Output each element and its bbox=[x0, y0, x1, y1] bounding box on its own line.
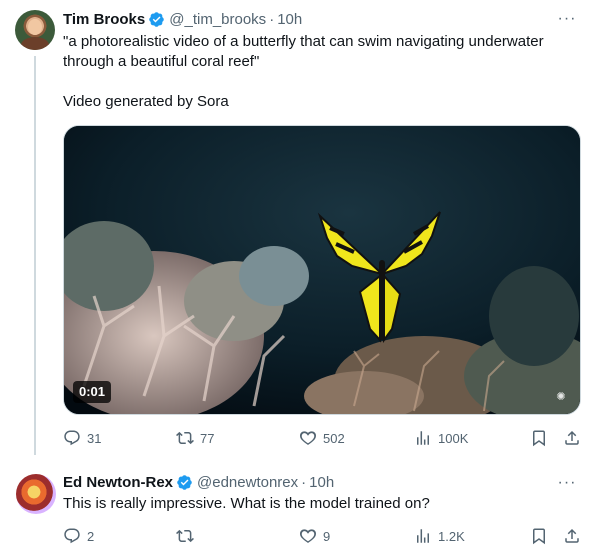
avatar-face bbox=[28, 19, 42, 35]
separator-dot: · bbox=[269, 10, 275, 28]
watermark-icon: ✺ bbox=[556, 391, 566, 403]
author-handle[interactable]: @ednewtonrex bbox=[197, 474, 298, 491]
thread-line bbox=[34, 56, 36, 455]
retweet-button[interactable]: 77 bbox=[176, 427, 214, 449]
avatar[interactable] bbox=[15, 10, 55, 50]
verified-badge-icon bbox=[149, 11, 165, 27]
heart-icon bbox=[299, 529, 317, 543]
share-button[interactable] bbox=[563, 427, 581, 449]
bookmark-button[interactable] bbox=[530, 427, 548, 449]
bookmark-icon bbox=[533, 528, 545, 545]
retweet-count: 77 bbox=[200, 430, 215, 446]
views-button[interactable]: 1.2K bbox=[414, 525, 465, 547]
avatar-shirt bbox=[21, 37, 49, 50]
tweet-header: Tim Brooks @_tim_brooks · 10h bbox=[63, 9, 302, 29]
tweet-text: "a photorealistic video of a butterfly t… bbox=[63, 33, 544, 70]
reply-icon bbox=[64, 528, 80, 544]
tweet-tim-brooks[interactable]: Tim Brooks @_tim_brooks · 10h ··· "a pho… bbox=[0, 0, 595, 455]
author-handle[interactable]: @_tim_brooks bbox=[169, 11, 266, 28]
tweet-text-credit: Video generated by Sora bbox=[63, 93, 229, 110]
like-button[interactable]: 502 bbox=[299, 427, 345, 449]
video-timestamp: 0:01 bbox=[73, 381, 112, 403]
tweet-header: Ed Newton-Rex @ednewtonrex · 10h bbox=[63, 472, 334, 492]
retweet-button[interactable] bbox=[176, 525, 200, 547]
retweet-icon bbox=[176, 431, 194, 445]
views-button[interactable]: 100K bbox=[414, 427, 468, 449]
views-count: 100K bbox=[438, 430, 469, 446]
tweet-text: This is really impressive. What is the m… bbox=[63, 495, 430, 512]
author-name[interactable]: Ed Newton-Rex bbox=[63, 474, 173, 491]
author-name[interactable]: Tim Brooks bbox=[63, 11, 145, 28]
tweet-actions: 31 77 502 100K bbox=[60, 427, 585, 449]
views-icon bbox=[417, 431, 429, 445]
tweet-ed-newton-rex[interactable]: Ed Newton-Rex @ednewtonrex · 10h ··· Thi… bbox=[0, 462, 595, 555]
share-icon bbox=[565, 528, 579, 543]
reply-count: 31 bbox=[87, 430, 102, 446]
video-frame bbox=[64, 126, 580, 414]
tweet-time[interactable]: 10h bbox=[277, 11, 302, 28]
reply-button[interactable]: 31 bbox=[63, 427, 101, 449]
like-count: 9 bbox=[323, 528, 331, 544]
more-options-icon[interactable]: ··· bbox=[557, 9, 577, 29]
reply-button[interactable]: 2 bbox=[63, 525, 94, 547]
heart-icon bbox=[299, 431, 317, 445]
like-count: 502 bbox=[323, 430, 345, 446]
bookmark-icon bbox=[533, 430, 545, 447]
reply-icon bbox=[64, 430, 80, 446]
bookmark-button[interactable] bbox=[530, 525, 548, 547]
more-options-icon[interactable]: ··· bbox=[557, 473, 577, 493]
share-button[interactable] bbox=[563, 525, 581, 547]
tweet-actions: 2 9 1.2K bbox=[60, 525, 585, 547]
like-button[interactable]: 9 bbox=[299, 525, 330, 547]
reply-count: 2 bbox=[87, 528, 95, 544]
views-count: 1.2K bbox=[438, 528, 465, 544]
video-player[interactable] bbox=[63, 125, 581, 415]
separator-dot: · bbox=[301, 473, 307, 491]
avatar[interactable] bbox=[16, 474, 56, 514]
tweet-time[interactable]: 10h bbox=[309, 474, 334, 491]
verified-badge-icon bbox=[177, 474, 192, 490]
retweet-icon bbox=[176, 529, 194, 543]
share-icon bbox=[565, 430, 579, 445]
views-icon bbox=[417, 529, 429, 543]
